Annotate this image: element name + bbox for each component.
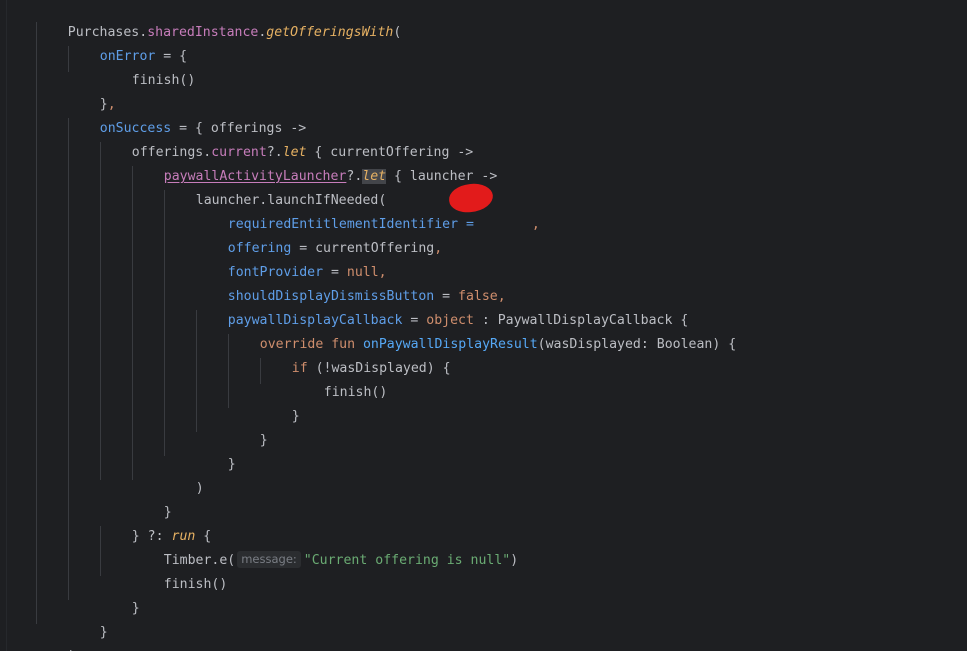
code-token: (wasDisplayed: Boolean) {	[537, 337, 737, 352]
code-token: }	[131, 601, 140, 616]
code-line[interactable]: )	[164, 453, 204, 496]
code-token: finish()	[323, 385, 388, 400]
code-token: finish()	[163, 577, 228, 592]
code-token: getOfferingsWith	[266, 25, 394, 40]
code-line[interactable]: },	[68, 69, 116, 112]
code-line[interactable]: offerings.current?.let { currentOffering…	[100, 117, 473, 160]
parameter-hint: message:	[237, 551, 301, 568]
code-line[interactable]: paywallActivityLauncher?.let { launcher …	[132, 141, 497, 184]
code-token: }	[99, 625, 108, 640]
code-line[interactable]: Purchases.sharedInstance.getOfferingsWit…	[36, 0, 402, 40]
code-line[interactable]: }	[68, 597, 108, 640]
code-line[interactable]: }	[100, 573, 140, 616]
code-token: (	[393, 25, 402, 40]
indent-guide	[132, 166, 133, 480]
code-token: )	[195, 481, 204, 496]
code-token: )	[510, 553, 519, 568]
code-line[interactable]: } ?: run {	[100, 501, 211, 544]
code-token: }	[291, 409, 300, 424]
code-line[interactable]: fontProvider = null,	[196, 237, 387, 280]
code-token: "Current offering is null"	[303, 553, 511, 568]
code-token: { launcher ->	[386, 169, 498, 184]
indent-guide	[36, 22, 37, 624]
code-line[interactable]: shouldDisplayDismissButton = false,	[196, 261, 506, 304]
code-editor[interactable]: Purchases.sharedInstance.getOfferingsWit…	[0, 0, 967, 651]
code-line[interactable]: }	[196, 429, 236, 472]
code-token: ,	[434, 241, 443, 256]
code-line[interactable]: finish()	[100, 45, 196, 88]
code-token: ,	[531, 217, 540, 232]
code-line[interactable]: onError = {	[68, 21, 187, 64]
code-line[interactable]: Timber.e(message: "Current offering is nu…	[132, 525, 518, 568]
code-line[interactable]: if (!wasDisplayed) {	[260, 333, 451, 376]
code-line[interactable]: finish()	[132, 549, 228, 592]
code-token: }	[227, 457, 236, 472]
code-line[interactable]: )	[36, 621, 76, 651]
code-line[interactable]: onSuccess = { offerings ->	[68, 93, 306, 136]
code-line[interactable]: offering = currentOffering,	[196, 213, 442, 256]
code-token: }	[259, 433, 268, 448]
code-line[interactable]: paywallDisplayCallback = object : Paywal…	[196, 285, 689, 328]
code-token: =	[458, 217, 482, 232]
code-line[interactable]: }	[132, 477, 172, 520]
code-token: finish()	[131, 73, 196, 88]
code-line[interactable]: }	[228, 405, 268, 448]
indent-guide	[68, 118, 69, 600]
code-line[interactable]: }	[260, 381, 300, 424]
code-line[interactable]: launcher.launchIfNeeded(	[164, 165, 387, 208]
code-line[interactable]: override fun onPaywallDisplayResult(wasD…	[228, 309, 736, 352]
indent-guide	[100, 142, 101, 480]
code-line[interactable]: finish()	[292, 357, 388, 400]
editor-gutter	[0, 0, 7, 651]
